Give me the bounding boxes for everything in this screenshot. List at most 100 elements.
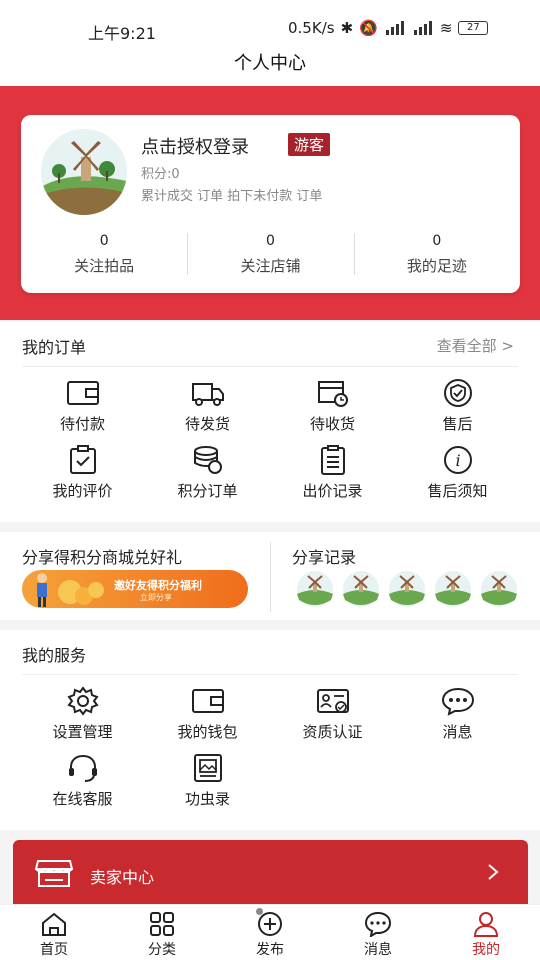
divider bbox=[22, 674, 518, 675]
count-value: 0 bbox=[432, 233, 442, 249]
seller-center-label: 卖家中心 bbox=[90, 868, 155, 887]
share-records-avatars[interactable] bbox=[291, 570, 521, 608]
order-stats-text: 累计成交 订单 拍下未付款 订单 bbox=[141, 189, 323, 204]
footprint-count[interactable]: 0 我的足迹 bbox=[353, 233, 520, 279]
service-online-support[interactable]: 在线客服 bbox=[20, 753, 145, 820]
home-icon bbox=[42, 912, 66, 936]
windmill-avatar-icon bbox=[481, 571, 517, 607]
view-all-orders-link[interactable]: 查看全部 > bbox=[437, 335, 514, 356]
wallet-icon bbox=[191, 686, 225, 716]
service-wallet[interactable]: 我的钱包 bbox=[145, 686, 270, 753]
signal-icon bbox=[384, 21, 406, 35]
count-label: 关注拍品 bbox=[74, 257, 135, 275]
seller-center-button[interactable]: 卖家中心 bbox=[13, 840, 528, 908]
document-list-icon bbox=[316, 445, 350, 475]
page-title: 个人中心 bbox=[234, 53, 306, 74]
share-records-title[interactable]: 分享记录 bbox=[292, 544, 356, 568]
notification-dot bbox=[256, 908, 263, 915]
nav-bar: 个人中心 bbox=[0, 46, 540, 86]
tab-label: 我的 bbox=[472, 942, 500, 958]
service-label: 消息 bbox=[442, 723, 473, 741]
order-pending-shipment[interactable]: 待发货 bbox=[145, 378, 270, 445]
orders-title: 我的订单 bbox=[22, 338, 87, 357]
promo-subtext: 立即分享 bbox=[140, 593, 172, 602]
order-points-orders[interactable]: 积分订单 bbox=[145, 445, 270, 512]
order-pending-payment[interactable]: 待付款 bbox=[20, 378, 145, 445]
count-value: 0 bbox=[266, 233, 275, 249]
bluetooth-icon: ✱ bbox=[340, 19, 354, 37]
order-pending-receipt[interactable]: 待收货 bbox=[270, 378, 395, 445]
service-label: 设置管理 bbox=[52, 723, 113, 741]
service-messages[interactable]: 消息 bbox=[395, 686, 520, 753]
service-certification[interactable]: 资质认证 bbox=[270, 686, 395, 753]
tab-home[interactable]: 首页 bbox=[0, 905, 108, 960]
order-label: 出价记录 bbox=[302, 482, 363, 500]
tab-mine[interactable]: 我的 bbox=[432, 905, 540, 960]
user-icon bbox=[473, 912, 499, 937]
order-label: 我的评价 bbox=[52, 482, 113, 500]
share-promo-banner[interactable]: 邀好友得积分福利 立即分享 bbox=[22, 570, 248, 608]
mute-bell-icon: 🔕 bbox=[359, 19, 378, 37]
divider bbox=[22, 366, 518, 367]
service-merit-record[interactable]: 功虫录 bbox=[145, 753, 270, 820]
windmill-avatar-icon bbox=[41, 129, 127, 215]
user-card[interactable]: 点击授权登录 游客 积分:0 累计成交 订单 拍下未付款 订单 0 关注拍品 0… bbox=[21, 115, 520, 293]
headset-icon bbox=[66, 753, 100, 783]
service-settings[interactable]: 设置管理 bbox=[20, 686, 145, 753]
share-points-title: 分享得积分商城兑好礼 bbox=[22, 548, 183, 567]
status-indicators: 0.5K/s ✱ 🔕 ≋ 27 bbox=[288, 19, 489, 37]
delivery-truck-icon bbox=[191, 378, 225, 408]
login-prompt[interactable]: 点击授权登录 bbox=[141, 133, 249, 159]
tab-label: 分类 bbox=[148, 942, 176, 958]
receive-box-icon bbox=[316, 378, 350, 408]
points-text: 积分:0 bbox=[141, 167, 180, 182]
tab-label: 发布 bbox=[256, 942, 284, 958]
wifi-icon: ≋ bbox=[439, 19, 453, 37]
windmill-avatar-icon bbox=[297, 571, 333, 607]
tab-publish[interactable]: 发布 bbox=[216, 905, 324, 960]
order-after-sale[interactable]: 售后 bbox=[395, 378, 520, 445]
shield-check-icon bbox=[441, 378, 475, 408]
tab-label: 消息 bbox=[364, 942, 392, 958]
count-label: 关注店铺 bbox=[240, 257, 301, 275]
chat-bubble-icon bbox=[441, 686, 475, 716]
order-after-sale-notice[interactable]: i 售后须知 bbox=[395, 445, 520, 512]
tab-label: 首页 bbox=[40, 942, 68, 958]
service-label: 资质认证 bbox=[302, 723, 363, 741]
follow-items-count[interactable]: 0 关注拍品 bbox=[21, 233, 187, 279]
grid-icon bbox=[150, 912, 174, 936]
gear-icon bbox=[66, 686, 100, 716]
promo-illustration-icon bbox=[37, 573, 104, 607]
signal-icon bbox=[412, 21, 434, 35]
wallet-icon bbox=[66, 378, 100, 408]
tab-category[interactable]: 分类 bbox=[108, 905, 216, 960]
order-bid-records[interactable]: 出价记录 bbox=[270, 445, 395, 512]
battery-icon: 27 bbox=[458, 21, 489, 35]
order-label: 待发货 bbox=[184, 415, 230, 433]
id-card-icon bbox=[316, 686, 350, 716]
follow-shops-count[interactable]: 0 关注店铺 bbox=[187, 233, 353, 279]
order-label: 待收货 bbox=[309, 415, 355, 433]
user-counts: 0 关注拍品 0 关注店铺 0 我的足迹 bbox=[21, 233, 520, 279]
orders-section: 我的订单 查看全部 > 待付款 待发货 待收货 售后 我的评价 积分订单 出价记… bbox=[0, 322, 540, 522]
order-label: 售后 bbox=[442, 415, 473, 433]
order-label: 待付款 bbox=[59, 415, 105, 433]
count-value: 0 bbox=[99, 233, 109, 249]
svg-text:i: i bbox=[455, 451, 460, 470]
order-my-reviews[interactable]: 我的评价 bbox=[20, 445, 145, 512]
services-title: 我的服务 bbox=[22, 646, 87, 665]
status-bar: 上午9:21 0.5K/s ✱ 🔕 ≋ 27 bbox=[0, 0, 540, 46]
info-icon: i bbox=[441, 445, 475, 475]
service-label: 在线客服 bbox=[52, 790, 113, 808]
network-speed: 0.5K/s bbox=[288, 19, 335, 37]
tab-messages[interactable]: 消息 bbox=[324, 905, 432, 960]
avatar[interactable] bbox=[41, 129, 127, 215]
service-label: 功虫录 bbox=[184, 790, 230, 808]
service-label: 我的钱包 bbox=[177, 723, 238, 741]
count-label: 我的足迹 bbox=[406, 257, 467, 275]
chevron-right-icon bbox=[488, 864, 499, 880]
chat-bubble-icon bbox=[364, 911, 392, 939]
status-time: 上午9:21 bbox=[88, 24, 156, 43]
windmill-avatar-icon bbox=[343, 571, 379, 607]
share-section: 分享得积分商城兑好礼 邀好友得积分福利 立即分享 分享记录 bbox=[0, 532, 540, 620]
